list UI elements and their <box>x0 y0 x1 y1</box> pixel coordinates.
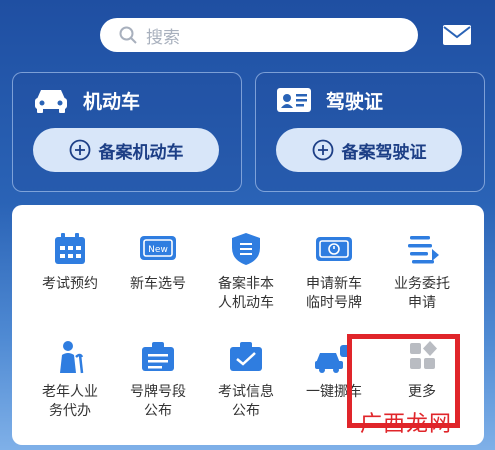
service-delegate[interactable]: 业务委托 申请 <box>378 231 466 313</box>
svg-text:New: New <box>148 245 168 255</box>
service-temp-plate[interactable]: 申请新车 临时号牌 <box>290 231 378 313</box>
register-license-label: 备案驾驶证 <box>341 142 427 163</box>
service-exam-info[interactable]: 考试信息 公布 <box>202 339 290 421</box>
vehicle-card: 机动车 备案机动车 <box>12 72 242 192</box>
new-plate-icon: New <box>140 236 176 260</box>
register-license-button[interactable]: 备案驾驶证 <box>276 128 462 172</box>
search-placeholder: 搜索 <box>146 27 180 48</box>
register-vehicle-label: 备案机动车 <box>98 142 184 163</box>
license-title: 驾驶证 <box>326 91 384 113</box>
service-label: 考试信息 公布 <box>218 384 274 419</box>
service-label: 新车选号 <box>130 276 186 292</box>
add-icon <box>69 139 90 161</box>
shield-record-icon <box>232 233 260 265</box>
service-label: 业务委托 申请 <box>394 276 450 311</box>
license-card: 驾驶证 备案驾驶证 <box>255 72 485 192</box>
search-bar[interactable]: 搜索 <box>100 18 418 52</box>
service-new-plate[interactable]: New 新车选号 <box>114 231 202 294</box>
service-label: 老年人业 务代办 <box>42 384 98 419</box>
service-label: 考试预约 <box>42 276 98 292</box>
service-label: 备案非本 人机动车 <box>218 276 274 311</box>
service-exam-booking[interactable]: 考试预约 <box>26 231 114 294</box>
service-label: 号牌号段 公布 <box>130 384 186 419</box>
service-label: 申请新车 临时号牌 <box>306 276 362 311</box>
add-icon <box>312 139 333 161</box>
vehicle-title: 机动车 <box>83 91 141 113</box>
watermark: 广西龙网 <box>360 412 453 437</box>
car-icon <box>35 90 67 113</box>
calendar-icon <box>55 233 85 264</box>
service-record-other-vehicle[interactable]: 备案非本 人机动车 <box>202 231 290 313</box>
elderly-icon <box>60 341 84 374</box>
plate-segment-icon <box>142 342 174 371</box>
service-plate-segment[interactable]: 号牌号段 公布 <box>114 339 202 421</box>
temp-plate-icon <box>316 237 352 261</box>
service-elderly[interactable]: 老年人业 务代办 <box>26 339 114 421</box>
id-card-icon <box>277 88 311 112</box>
mail-icon[interactable] <box>442 24 472 46</box>
register-vehicle-button[interactable]: 备案机动车 <box>33 128 219 172</box>
delegate-list-icon <box>408 236 439 264</box>
search-icon <box>119 26 137 44</box>
exam-info-icon <box>230 342 262 371</box>
